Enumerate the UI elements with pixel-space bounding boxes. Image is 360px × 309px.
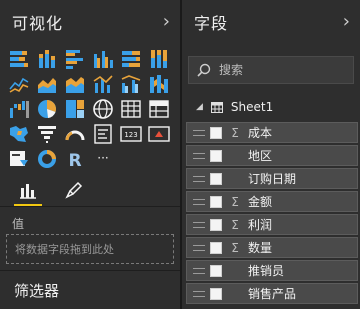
- visualizations-title: 可视化: [12, 14, 64, 33]
- clustered-bar-chart-icon[interactable]: [64, 48, 86, 70]
- field-list: Σ 成本 地区 订购日期 Σ 金额 Σ 利润 Σ 数量 推销员 销售产品: [186, 122, 358, 306]
- table-sheet1[interactable]: ◢ Sheet1: [196, 96, 273, 118]
- donut-chart-icon[interactable]: [36, 148, 58, 170]
- field-row[interactable]: 销售产品: [186, 283, 358, 304]
- r-visual-icon[interactable]: R: [64, 148, 86, 170]
- field-row[interactable]: 推销员: [186, 260, 358, 281]
- field-label: 订购日期: [248, 172, 297, 186]
- fields-search-box[interactable]: [188, 56, 354, 84]
- r-visual-label: R: [68, 151, 81, 170]
- field-checkbox[interactable]: [210, 241, 222, 254]
- field-row[interactable]: Σ 成本: [186, 122, 358, 143]
- collapse-fields-chevron-icon[interactable]: ›: [343, 13, 350, 31]
- line-chart-icon[interactable]: [8, 73, 30, 95]
- sigma-icon: Σ: [231, 194, 239, 209]
- filters-title: 筛选器: [14, 281, 60, 300]
- field-row[interactable]: Σ 金额: [186, 191, 358, 212]
- more-visuals-label: ···: [97, 151, 108, 165]
- stacked-bar-chart-icon[interactable]: [8, 48, 30, 70]
- stacked-area-chart-icon[interactable]: [64, 73, 86, 95]
- 100-stacked-column-chart-icon[interactable]: [148, 48, 170, 70]
- treemap-icon[interactable]: [64, 98, 86, 120]
- svg-text:123: 123: [124, 131, 137, 139]
- field-label: 销售产品: [248, 287, 297, 301]
- paint-roller-icon: [65, 181, 83, 199]
- field-row[interactable]: 订购日期: [186, 168, 358, 189]
- field-checkbox[interactable]: [210, 172, 222, 185]
- field-checkbox[interactable]: [210, 287, 222, 300]
- pie-chart-icon[interactable]: [36, 98, 58, 120]
- field-label: 利润: [248, 218, 273, 232]
- field-row[interactable]: Σ 数量: [186, 237, 358, 258]
- field-label: 金额: [248, 195, 273, 209]
- card-icon[interactable]: 123: [120, 123, 142, 145]
- values-well-label: 值: [12, 217, 25, 231]
- field-row[interactable]: 地区: [186, 145, 358, 166]
- collapse-visualizations-chevron-icon[interactable]: ›: [163, 13, 170, 31]
- visual-pane-tabs: [0, 174, 180, 207]
- clustered-column-chart-icon[interactable]: [92, 48, 114, 70]
- sigma-icon: Σ: [231, 240, 239, 255]
- field-row[interactable]: Σ 利润: [186, 214, 358, 235]
- drag-handle-icon[interactable]: [193, 175, 205, 182]
- field-label: 成本: [248, 126, 273, 140]
- map-icon[interactable]: [92, 98, 114, 120]
- drop-zone-placeholder: 将数据字段拖到此处: [15, 243, 114, 256]
- drag-handle-icon[interactable]: [193, 198, 205, 205]
- tab-format[interactable]: [64, 180, 84, 200]
- drag-handle-icon[interactable]: [193, 267, 205, 274]
- drag-handle-icon[interactable]: [193, 129, 205, 136]
- multi-row-card-icon[interactable]: [92, 123, 114, 145]
- drag-handle-icon[interactable]: [193, 290, 205, 297]
- slicer-icon[interactable]: [8, 148, 30, 170]
- drag-handle-icon[interactable]: [193, 221, 205, 228]
- visualizations-header: 可视化 ›: [0, 0, 180, 44]
- field-label: 数量: [248, 241, 273, 255]
- stacked-column-chart-icon[interactable]: [36, 48, 58, 70]
- more-visuals-icon[interactable]: ···: [92, 148, 114, 170]
- filters-section-header[interactable]: 筛选器: [0, 270, 180, 309]
- gauge-icon[interactable]: [64, 123, 86, 145]
- 100-stacked-bar-chart-icon[interactable]: [120, 48, 142, 70]
- sigma-icon: Σ: [231, 125, 239, 140]
- ribbon-chart-icon[interactable]: [148, 73, 170, 95]
- visual-type-gallery: 123 R ···: [8, 48, 174, 170]
- waterfall-chart-icon[interactable]: [8, 98, 30, 120]
- search-input[interactable]: [219, 63, 339, 77]
- table-icon: [210, 101, 223, 113]
- area-chart-icon[interactable]: [36, 73, 58, 95]
- visualizations-pane: 可视化 › 123 R ··· 值 将数据字段拖到此处 筛选器: [0, 0, 180, 309]
- filled-map-icon[interactable]: [8, 123, 30, 145]
- line-and-clustered-column-chart-icon[interactable]: [120, 73, 142, 95]
- matrix-icon[interactable]: [148, 98, 170, 120]
- field-label: 地区: [248, 149, 273, 163]
- funnel-icon[interactable]: [36, 123, 58, 145]
- fields-pane: 字段 › ◢ Sheet1 Σ 成本 地区 订购日期: [182, 0, 360, 309]
- values-drop-zone[interactable]: 将数据字段拖到此处: [6, 234, 174, 264]
- fields-title: 字段: [194, 14, 229, 33]
- field-checkbox[interactable]: [210, 195, 222, 208]
- field-checkbox[interactable]: [210, 264, 222, 277]
- search-icon: [197, 63, 211, 77]
- fields-header: 字段 ›: [182, 0, 360, 44]
- table-icon[interactable]: [120, 98, 142, 120]
- field-label: 推销员: [248, 264, 285, 278]
- table-name: Sheet1: [230, 100, 274, 114]
- drag-handle-icon[interactable]: [193, 152, 205, 159]
- field-checkbox[interactable]: [210, 149, 222, 162]
- bar-chart-build-icon: [20, 184, 36, 199]
- field-checkbox[interactable]: [210, 126, 222, 139]
- sigma-icon: Σ: [231, 217, 239, 232]
- tab-fields-well[interactable]: [14, 180, 42, 207]
- kpi-icon[interactable]: [148, 123, 170, 145]
- expand-triangle-icon[interactable]: ◢: [196, 102, 203, 112]
- line-and-column-chart-icon[interactable]: [92, 73, 114, 95]
- field-checkbox[interactable]: [210, 218, 222, 231]
- drag-handle-icon[interactable]: [193, 244, 205, 251]
- tabs-divider: [0, 206, 180, 207]
